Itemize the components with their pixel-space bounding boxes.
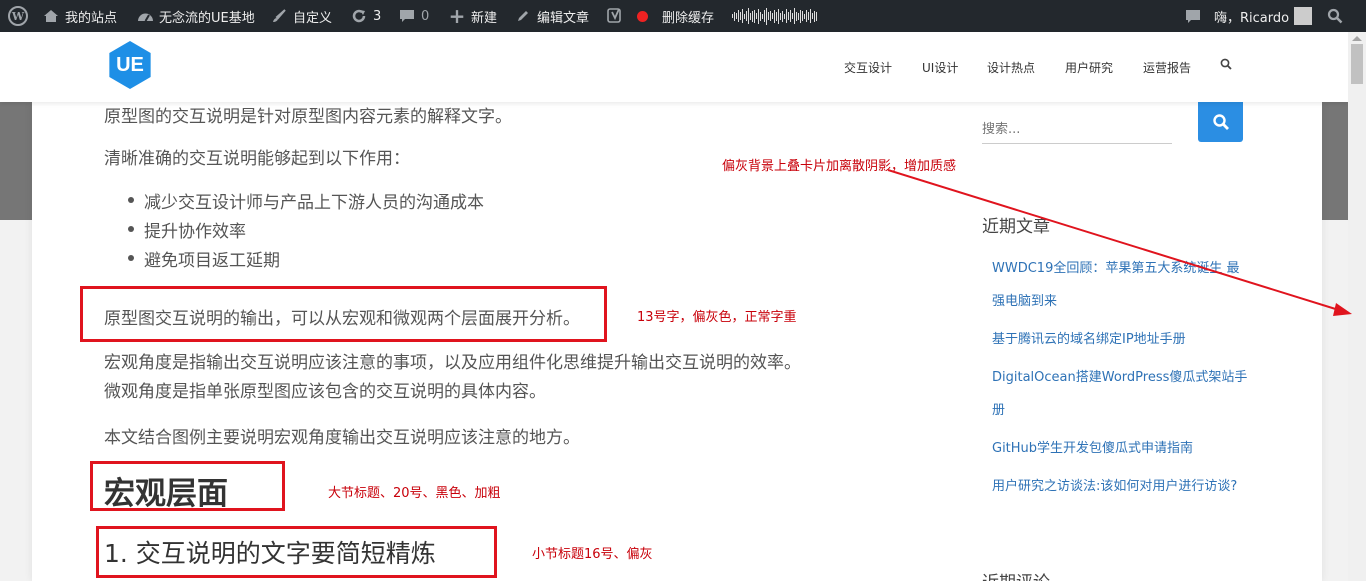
nav-operation-report[interactable]: 运营报告 xyxy=(1143,59,1191,76)
status-red-dot-icon xyxy=(637,10,648,22)
site-name-menu[interactable]: 无念流的UE基地 xyxy=(136,0,255,32)
scroll-up-arrow-icon[interactable] xyxy=(1352,36,1362,41)
sites-icon xyxy=(42,7,60,25)
brush-icon xyxy=(270,7,288,25)
updates-icon xyxy=(350,7,368,25)
customize-menu[interactable]: 自定义 xyxy=(270,0,332,32)
my-sites-label: 我的站点 xyxy=(65,10,118,26)
comment-bubble-icon xyxy=(398,7,416,25)
comments-count: 0 xyxy=(421,8,430,24)
search-icon xyxy=(1326,7,1344,25)
sidebar-search-input[interactable] xyxy=(982,116,1172,144)
annotation-section-title: 大节标题、20号、黑色、加粗 xyxy=(328,486,501,501)
clear-cache-label: 删除缓存 xyxy=(662,10,715,26)
nav-interaction-design[interactable]: 交互设计 xyxy=(844,59,892,76)
yoast-menu[interactable] xyxy=(606,0,648,32)
recent-post-link[interactable]: 用户研究之访谈法:该如何对用户进行访谈? xyxy=(992,470,1252,503)
main-nav: 交互设计 UI设计 设计热点 用户研究 运营报告 xyxy=(0,32,1348,102)
plus-icon: + xyxy=(448,4,466,28)
my-sites-menu[interactable]: 我的站点 xyxy=(42,0,117,32)
my-account-menu[interactable]: 嗨，Ricardo xyxy=(1214,0,1313,32)
nav-ui-design[interactable]: UI设计 xyxy=(922,59,958,76)
annotation-shadow: 偏灰背景上叠卡片加离散阴影，增加质感 xyxy=(722,159,957,174)
site-name-label: 无念流的UE基地 xyxy=(159,10,255,26)
article-paragraph: 原型图的交互说明是针对原型图内容元素的解释文字。 xyxy=(104,107,512,127)
wp-menu[interactable]: W xyxy=(8,0,28,32)
recent-post-link[interactable]: DigitalOcean搭建WordPress傻瓜式架站手册 xyxy=(992,361,1252,427)
notification-icon xyxy=(1184,7,1202,25)
nav-search-icon[interactable] xyxy=(1220,58,1232,73)
annotation-subsection-title: 小节标题16号、偏灰 xyxy=(532,547,653,562)
article-paragraph: 宏观角度是指输出交互说明应该注意的事项，以及应用组件化思维提升输出交互说明的效率… xyxy=(104,353,801,373)
list-item: 避免项目返工延期 xyxy=(128,246,280,271)
admin-bar: W 我的站点 无念流的UE基地 自定义 3 0 + 新建 编辑文章 删除缓存 嗨… xyxy=(0,0,1366,32)
nav-design-hot[interactable]: 设计热点 xyxy=(987,59,1035,76)
avatar xyxy=(1294,7,1313,25)
edit-post-label: 编辑文章 xyxy=(537,10,590,26)
recent-post-link[interactable]: WWDC19全回顾：苹果第五大系统诞生 最强电脑到来 xyxy=(992,252,1252,318)
recent-post-link[interactable]: GitHub学生开发包傻瓜式申请指南 xyxy=(992,432,1252,465)
subsection-heading: 1. 交互说明的文字要简短精炼 xyxy=(104,539,436,568)
updates-count: 3 xyxy=(373,8,382,24)
nav-user-research[interactable]: 用户研究 xyxy=(1065,59,1113,76)
notifications-menu[interactable] xyxy=(1184,0,1202,32)
article-paragraph: 清晰准确的交互说明能够起到以下作用： xyxy=(104,149,410,169)
scroll-thumb[interactable] xyxy=(1351,44,1363,84)
list-item: 提升协作效率 xyxy=(128,217,246,242)
sidebar-search-button[interactable] xyxy=(1198,102,1243,142)
section-heading: 宏观层面 xyxy=(104,476,228,512)
waveform-graph xyxy=(732,7,817,25)
recent-post-link[interactable]: 基于腾讯云的域名绑定IP地址手册 xyxy=(992,323,1252,356)
article-paragraph: 原型图交互说明的输出，可以从宏观和微观两个层面展开分析。 xyxy=(104,309,580,329)
page-scrollbar[interactable] xyxy=(1348,32,1366,581)
site-header: UE 交互设计 UI设计 设计热点 用户研究 运营报告 xyxy=(0,32,1348,102)
wordpress-logo-icon: W xyxy=(8,6,28,26)
greeting-label: 嗨，Ricardo xyxy=(1214,10,1290,26)
article-paragraph: 微观角度是指单张原型图应该包含的交互说明的具体内容。 xyxy=(104,382,546,402)
edit-post-menu[interactable]: 编辑文章 xyxy=(514,0,589,32)
content-card: 原型图的交互说明是针对原型图内容元素的解释文字。 清晰准确的交互说明能够起到以下… xyxy=(32,102,1322,581)
new-content-menu[interactable]: + 新建 xyxy=(448,0,497,32)
clear-cache-menu[interactable]: 删除缓存 xyxy=(662,0,714,32)
pencil-icon xyxy=(514,7,532,25)
article-paragraph: 本文结合图例主要说明宏观角度输出交互说明应该注意的地方。 xyxy=(104,428,580,448)
yoast-icon xyxy=(606,7,624,25)
search-icon xyxy=(1212,114,1229,130)
dashboard-icon xyxy=(136,7,154,25)
updates-menu[interactable]: 3 xyxy=(350,0,381,32)
recent-posts-title: 近期文章 xyxy=(982,217,1050,237)
new-label: 新建 xyxy=(471,10,498,26)
adminbar-search[interactable] xyxy=(1326,0,1344,32)
list-item: 减少交互设计师与产品上下游人员的沟通成本 xyxy=(128,188,484,213)
annotation-body-text: 13号字，偏灰色，正常字重 xyxy=(637,310,797,325)
recent-comments-title: 近期评论 xyxy=(982,568,1050,581)
traffic-sparkline xyxy=(732,0,817,32)
customize-label: 自定义 xyxy=(293,10,333,26)
comments-menu[interactable]: 0 xyxy=(398,0,429,32)
